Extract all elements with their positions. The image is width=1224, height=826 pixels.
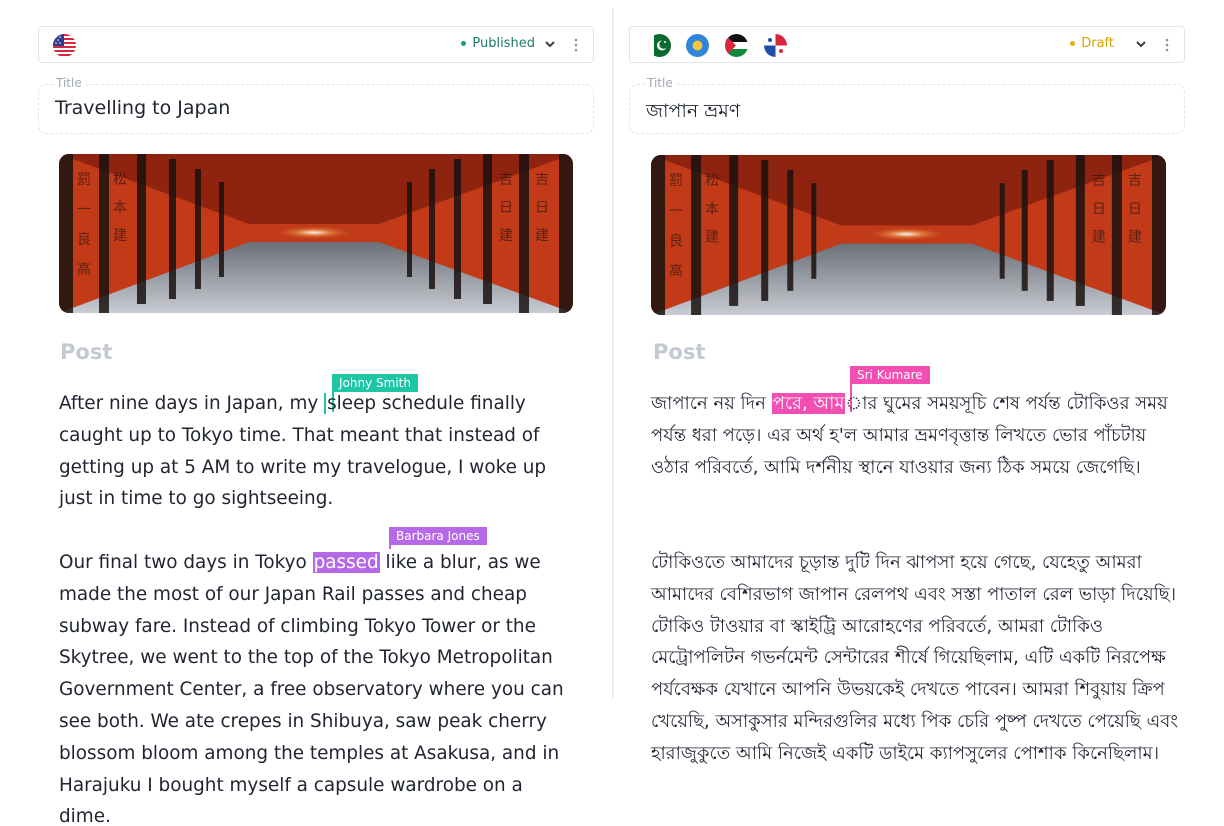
svg-text:日: 日 [535, 200, 549, 216]
post-paragraph-2[interactable]: Our final two days in Tokyo passed like … [59, 547, 579, 826]
kebab-menu-icon[interactable] [573, 38, 579, 52]
collaborator-tag-sri: Sri Kumare [850, 366, 930, 384]
svg-text:罰: 罰 [669, 173, 683, 189]
title-field-label: Title [54, 76, 84, 90]
paragraph-text: like a blur, as we made the most of our … [59, 552, 564, 826]
status-dropdown[interactable]: Draft [1070, 36, 1148, 51]
svg-text:高: 高 [669, 263, 683, 280]
panel-divider [612, 8, 614, 698]
circle-flag-icon[interactable] [686, 34, 709, 57]
svg-text:建: 建 [113, 228, 127, 244]
palestine-flag-icon[interactable] [725, 34, 748, 57]
status-dropdown[interactable]: Published [461, 36, 557, 51]
svg-text:一: 一 [77, 202, 91, 218]
language-toolbar: Draft [629, 26, 1185, 63]
collaborator-selection-barbara: passed [312, 552, 380, 573]
svg-text:本: 本 [705, 201, 719, 217]
status-dot [461, 41, 467, 46]
title-value[interactable]: জাপান ভ্রমণ [646, 97, 740, 129]
svg-text:良: 良 [669, 234, 683, 250]
title-field-label: Title [645, 76, 675, 90]
collaborator-tag-barbara: Barbara Jones [389, 527, 487, 545]
svg-text:吉: 吉 [1128, 173, 1142, 189]
post-paragraph-1[interactable]: জাপানে নয় দিন পরে, আমার ঘুমের সময়সূচি … [651, 388, 1181, 483]
svg-text:罰: 罰 [77, 172, 91, 188]
svg-text:一: 一 [669, 203, 683, 219]
svg-text:良: 良 [77, 232, 91, 248]
post-paragraph-1[interactable]: After nine days in Japan, my sleep sched… [59, 388, 579, 515]
status-dot [1070, 41, 1076, 46]
status-label: Published [472, 36, 535, 51]
svg-text:日: 日 [499, 200, 513, 216]
svg-text:本: 本 [113, 200, 127, 216]
pakistan-flag-icon[interactable] [648, 34, 671, 57]
svg-text:高: 高 [77, 261, 91, 278]
post-paragraph-2[interactable]: টোকিওতে আমাদের চূড়ান্ত দুটি দিন ঝাপসা হ… [651, 547, 1181, 770]
svg-text:松: 松 [113, 172, 127, 188]
collaborator-selection-sri: পরে, আম [771, 393, 846, 414]
kebab-menu-icon[interactable] [1164, 38, 1170, 52]
collaborator-selection-johny: sleep [324, 393, 377, 414]
paragraph-text: জাপানে নয় দিন [651, 393, 772, 414]
svg-text:松: 松 [705, 173, 719, 189]
svg-text:建: 建 [1092, 230, 1106, 246]
title-value[interactable]: Travelling to Japan [55, 97, 230, 119]
hero-image-torii-gates: 罰一良高 松本建 吉日建 吉日建 [651, 155, 1166, 315]
post-label: Post [60, 340, 113, 364]
paragraph-text: After nine days in Japan, my [59, 393, 325, 414]
svg-text:日: 日 [1128, 201, 1142, 217]
svg-text:建: 建 [499, 228, 513, 244]
svg-text:建: 建 [535, 228, 549, 244]
hero-image-torii-gates: 罰一良高 松本建 吉日建 吉日建 [59, 154, 573, 313]
svg-text:吉: 吉 [499, 172, 513, 188]
language-toolbar: Published [38, 26, 594, 63]
svg-text:吉: 吉 [535, 172, 549, 188]
status-label: Draft [1081, 36, 1114, 51]
collaborator-caret-barbara [389, 527, 391, 549]
panama-flag-icon[interactable] [764, 34, 787, 57]
svg-text:建: 建 [705, 230, 719, 246]
us-flag-icon[interactable] [53, 34, 76, 57]
paragraph-text: Our final two days in Tokyo [59, 552, 313, 573]
chevron-down-icon[interactable] [1134, 37, 1148, 51]
svg-text:日: 日 [1092, 201, 1106, 217]
chevron-down-icon[interactable] [543, 37, 557, 51]
post-label: Post [653, 340, 706, 364]
svg-text:吉: 吉 [1092, 173, 1106, 189]
svg-text:建: 建 [1128, 230, 1142, 246]
source-language-panel: Published Title Travelling to Japan 罰一良高 [37, 0, 597, 826]
translation-panel: Draft Title জাপান ভ্রমণ 罰一良高 松本建 吉 日 建 吉… [628, 0, 1188, 826]
